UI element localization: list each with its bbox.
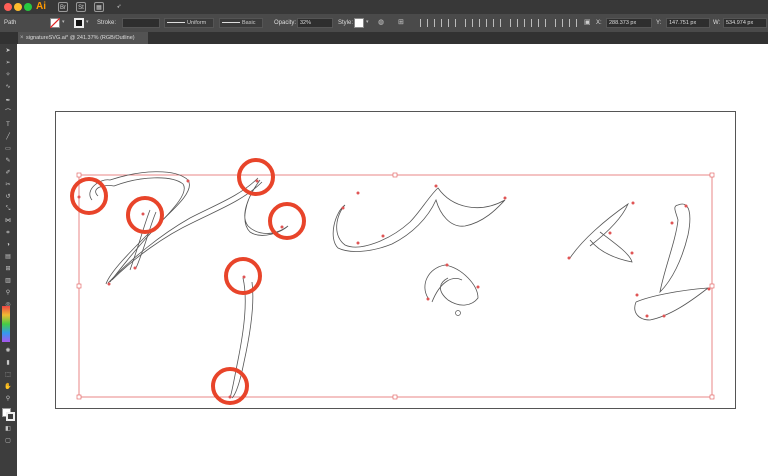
highlight-circle-1 xyxy=(70,177,108,215)
signature-stroke-2-inner xyxy=(111,181,263,281)
signature-paths[interactable] xyxy=(89,171,710,399)
signature-stroke-9 xyxy=(659,203,691,294)
signature-stroke-3 xyxy=(129,209,157,271)
highlight-circle-3 xyxy=(237,158,275,196)
anchor-points[interactable] xyxy=(77,179,711,399)
highlight-circle-4 xyxy=(268,202,306,240)
artwork-layer[interactable] xyxy=(0,0,768,476)
highlight-circle-2 xyxy=(126,196,164,234)
signature-stroke-8 xyxy=(569,202,633,263)
signature-stroke-5 xyxy=(229,277,254,399)
signature-stroke-7 xyxy=(424,264,479,306)
selected-anchor-point[interactable] xyxy=(455,310,461,316)
selection-handles[interactable] xyxy=(76,172,715,400)
